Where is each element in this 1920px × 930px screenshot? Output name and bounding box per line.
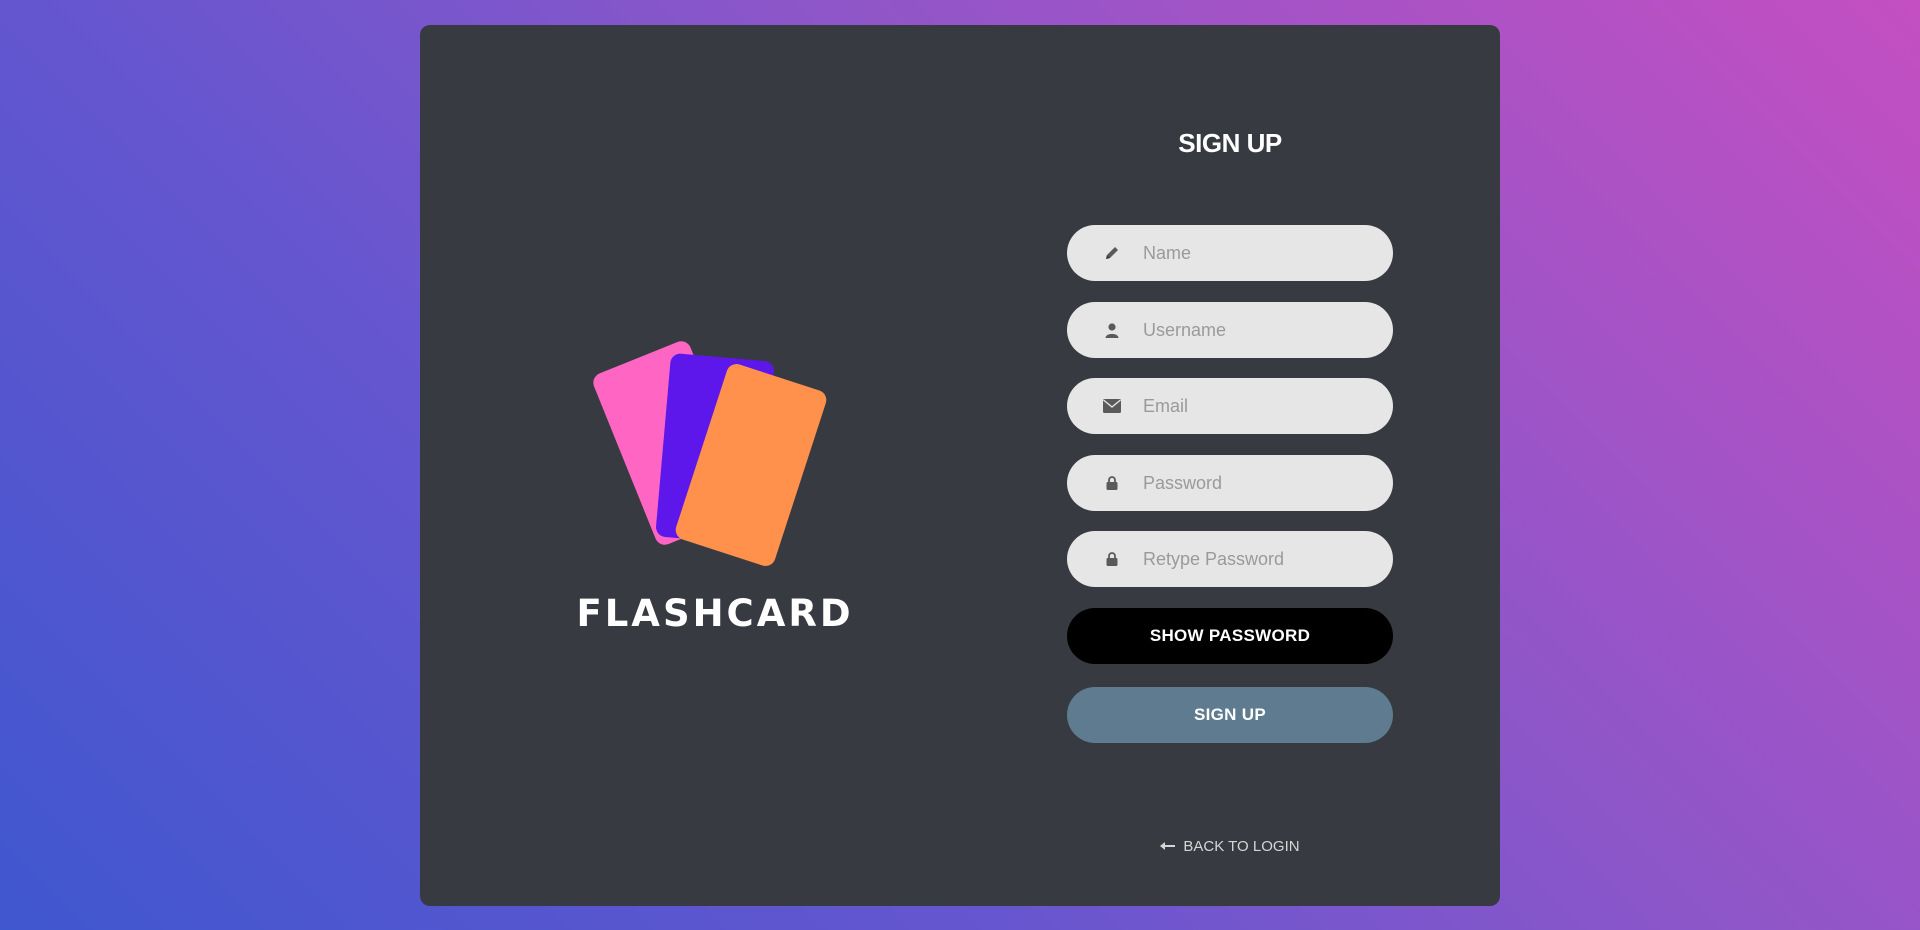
lock-icon [1103,550,1121,568]
retype-password-input[interactable] [1143,531,1373,587]
email-input[interactable] [1143,378,1373,434]
signup-button[interactable]: SIGN UP [1067,687,1393,743]
brand-panel: FLASHCARD [570,315,860,645]
arrow-left-icon [1160,838,1176,855]
show-password-button[interactable]: SHOW PASSWORD [1067,608,1393,664]
username-input[interactable] [1143,302,1373,358]
brand-name: FLASHCARD [576,592,854,635]
pencil-icon [1103,244,1121,262]
retype-password-field[interactable] [1067,531,1393,587]
password-field[interactable] [1067,455,1393,511]
user-icon [1103,321,1121,339]
name-input[interactable] [1143,225,1373,281]
password-input[interactable] [1143,455,1373,511]
form-title: SIGN UP [1178,128,1282,158]
lock-icon [1103,474,1121,492]
envelope-icon [1103,397,1121,415]
back-to-login-label: BACK TO LOGIN [1183,838,1300,855]
flashcard-logo [593,341,827,566]
username-field[interactable] [1067,302,1393,358]
name-field[interactable] [1067,225,1393,281]
back-to-login-link[interactable]: BACK TO LOGIN [1067,838,1393,855]
signup-card: FLASHCARD SIGN UP Name Username Email SH… [420,25,1500,906]
email-field[interactable] [1067,378,1393,434]
